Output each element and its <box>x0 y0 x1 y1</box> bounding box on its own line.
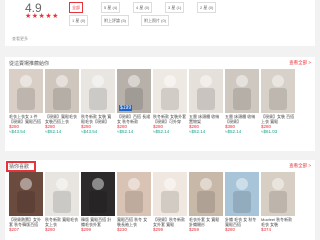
product-name: 毛衣上衣女 3 件【現貨】寬鬆百搭 <box>9 114 41 124</box>
product-photo-icon <box>53 75 71 110</box>
product-card[interactable]: 韓版 寬鬆百搭 針織毛衣外套 $299 <box>81 172 115 232</box>
product-card[interactable]: 寬鬆百搭 秋冬 女裝長袖上衣 $230 <box>117 172 151 232</box>
product-thumbnail[interactable] <box>261 172 295 216</box>
product-thumbnail[interactable] <box>81 172 115 216</box>
product-card[interactable]: 毛衣上衣女 3 件【現貨】寬鬆百搭 $280 ≈$43.54 <box>9 69 43 134</box>
product-price-alt: ≈$52.14 <box>225 129 242 134</box>
product-card[interactable]: 【現貨】女裝 百搭上衣 寬鬆 $280 ≈$61.03 <box>261 69 295 134</box>
product-photo-icon <box>17 178 35 213</box>
product-photo-icon <box>233 75 251 110</box>
product-photo-icon <box>89 75 107 110</box>
product-price: $280 <box>225 227 236 232</box>
product-thumbnail[interactable] <box>153 69 187 113</box>
product-price: $207 <box>9 227 20 232</box>
product-price: $259 <box>189 227 200 232</box>
section-title: 從這賣場推薦給你 <box>9 61 50 67</box>
rating-card: 4.9 ★★★★★ 全部 5 星 (4) 4 星 (0) 3 星 (1) 2 星 (0)… <box>5 0 315 46</box>
product-price-alt: ≈$61.03 <box>261 129 278 134</box>
product-name: 【現貨熱賣】女外套 秋冬韓版百搭 <box>9 217 41 227</box>
product-thumbnail[interactable] <box>45 172 79 216</box>
product-photo-icon <box>53 178 71 213</box>
product-price-alt: ≈$52.14 <box>45 129 62 134</box>
product-card[interactable]: Mocfeel 秋冬新款 毛衣 女裝 $374 <box>261 172 295 232</box>
product-price-alt: ≈$43.54 <box>81 129 98 134</box>
product-name: 韓版 寬鬆百搭 針織毛衣外套 <box>81 217 112 227</box>
product-name: 秋冬新款 寬鬆毛衣 女上衣 <box>45 217 79 227</box>
product-card[interactable]: 秋冬新款 女裝外套【現貨】可外穿 $280 ≈$52.14 <box>153 69 187 134</box>
product-card[interactable]: $199 【現貨】百搭 長裙 女 秋冬新款 $280 ≈$52.14 <box>117 69 151 134</box>
product-price-alt: ≈$52.14 <box>117 129 134 134</box>
product-photo-icon <box>233 178 251 213</box>
product-name: 針織 毛衣 女 秋冬 寬鬆百搭 <box>225 217 257 227</box>
product-card[interactable]: 針織 毛衣 女 秋冬 寬鬆百搭 $280 <box>225 172 259 232</box>
product-name: 秋冬新款 女裝 寬鬆毛衣【現貨】 <box>81 114 112 124</box>
product-card[interactable]: 【現貨】寬鬆毛衣 女裝百搭上衣 $280 ≈$52.14 <box>45 69 79 134</box>
product-name: 毛衣外套 女 寬鬆 針織開衫 <box>189 217 220 227</box>
product-card[interactable]: 五層 床頭櫃 收納【現貨】 $380 ≈$52.14 <box>225 69 259 134</box>
product-photo-icon <box>197 75 215 110</box>
product-price-alt: ≈$52.14 <box>153 129 170 134</box>
rating-filter-chip[interactable]: 附上照片 (0) <box>141 15 169 26</box>
product-card[interactable]: 【現貨熱賣】女外套 秋冬韓版百搭 $207 <box>9 172 43 232</box>
rating-filter-chip[interactable]: 2 星 (0) <box>197 2 217 13</box>
product-name: 【現貨】百搭 長裙 女 秋冬新款 <box>117 114 151 124</box>
product-price: $299 <box>153 227 164 232</box>
product-name: 【現貨】寬鬆毛衣 女裝百搭上衣 <box>45 114 77 124</box>
product-photo-icon <box>125 178 143 213</box>
product-name: 五層 床頭櫃 收納 置物架 <box>189 114 220 124</box>
product-photo-icon <box>197 178 215 213</box>
product-price-alt: ≈$52.14 <box>189 129 206 134</box>
product-photo-icon <box>269 178 287 213</box>
rating-filter-chip[interactable]: 3 星 (1) <box>165 2 185 13</box>
product-thumbnail[interactable] <box>189 69 223 113</box>
rating-filter-chip[interactable]: 4 星 (0) <box>133 2 153 13</box>
view-all-link[interactable]: 查看全部 > <box>289 163 311 169</box>
product-thumbnail[interactable] <box>225 172 259 216</box>
product-name: 寬鬆百搭 秋冬 女裝長袖上衣 <box>117 217 148 227</box>
product-name: 【現貨】秋冬新款 女外套 寬鬆 <box>153 217 185 227</box>
product-card[interactable]: 秋冬新款 寬鬆毛衣 女上衣 $280 <box>45 172 79 232</box>
product-card[interactable]: 五層 床頭櫃 收納 置物架 $280 ≈$52.14 <box>189 69 223 134</box>
product-photo-icon <box>89 178 107 213</box>
product-price: $299 <box>81 227 92 232</box>
product-thumbnail[interactable] <box>81 69 115 113</box>
product-photo-icon <box>269 75 287 110</box>
product-price: $374 <box>261 227 272 232</box>
product-photo-icon <box>161 178 179 213</box>
rating-filter-chip[interactable]: 1 星 (0) <box>69 15 89 26</box>
product-photo-icon <box>161 75 179 110</box>
product-card[interactable]: 【現貨】秋冬新款 女外套 寬鬆 $299 <box>153 172 187 232</box>
product-name: 秋冬新款 女裝外套【現貨】可外穿 <box>153 114 187 124</box>
product-card[interactable]: 秋冬新款 女裝 寬鬆毛衣【現貨】 $280 ≈$43.54 <box>81 69 115 134</box>
rating-filter-chip[interactable]: 附上評論 (5) <box>101 15 129 26</box>
product-photo-icon <box>17 75 35 110</box>
load-more-link[interactable]: 查看更多 <box>12 36 28 42</box>
view-all-link[interactable]: 查看全部 > <box>289 60 311 66</box>
highlight-outline <box>6 161 36 172</box>
product-thumbnail[interactable] <box>9 69 43 113</box>
product-thumbnail[interactable] <box>117 172 151 216</box>
product-thumbnail[interactable] <box>189 172 223 216</box>
product-price-alt: ≈$43.54 <box>9 129 26 134</box>
product-thumbnail[interactable] <box>45 69 79 113</box>
rating-stars-icon: ★★★★★ <box>25 13 59 20</box>
product-thumbnail[interactable] <box>9 172 43 216</box>
product-thumbnail[interactable]: $199 <box>117 69 151 113</box>
rating-filter-chip[interactable]: 全部 <box>69 2 83 13</box>
product-name: Mocfeel 秋冬新款 毛衣 女裝 <box>261 217 293 227</box>
price-badge: $199 <box>119 105 133 111</box>
product-name: 五層 床頭櫃 收納【現貨】 <box>225 114 256 124</box>
section-shop-recommend: 從這賣場推薦給你 查看全部 > 毛衣上衣女 3 件【現貨】寬鬆百搭 $280 ≈$4… <box>5 57 315 151</box>
section-you-may-like: 猜你喜歡 查看全部 > 【現貨熱賣】女外套 秋冬韓版百搭 $207 秋冬新款 寬鬆毛… <box>5 160 315 240</box>
product-thumbnail[interactable] <box>225 69 259 113</box>
product-card[interactable]: 毛衣外套 女 寬鬆 針織開衫 $259 <box>189 172 223 232</box>
product-price: $280 <box>45 227 56 232</box>
product-thumbnail[interactable] <box>153 172 187 216</box>
product-name: 【現貨】女裝 百搭上衣 寬鬆 <box>261 114 295 124</box>
product-thumbnail[interactable] <box>261 69 295 113</box>
product-price: $230 <box>117 227 128 232</box>
rating-filter-chip[interactable]: 5 星 (4) <box>101 2 121 13</box>
